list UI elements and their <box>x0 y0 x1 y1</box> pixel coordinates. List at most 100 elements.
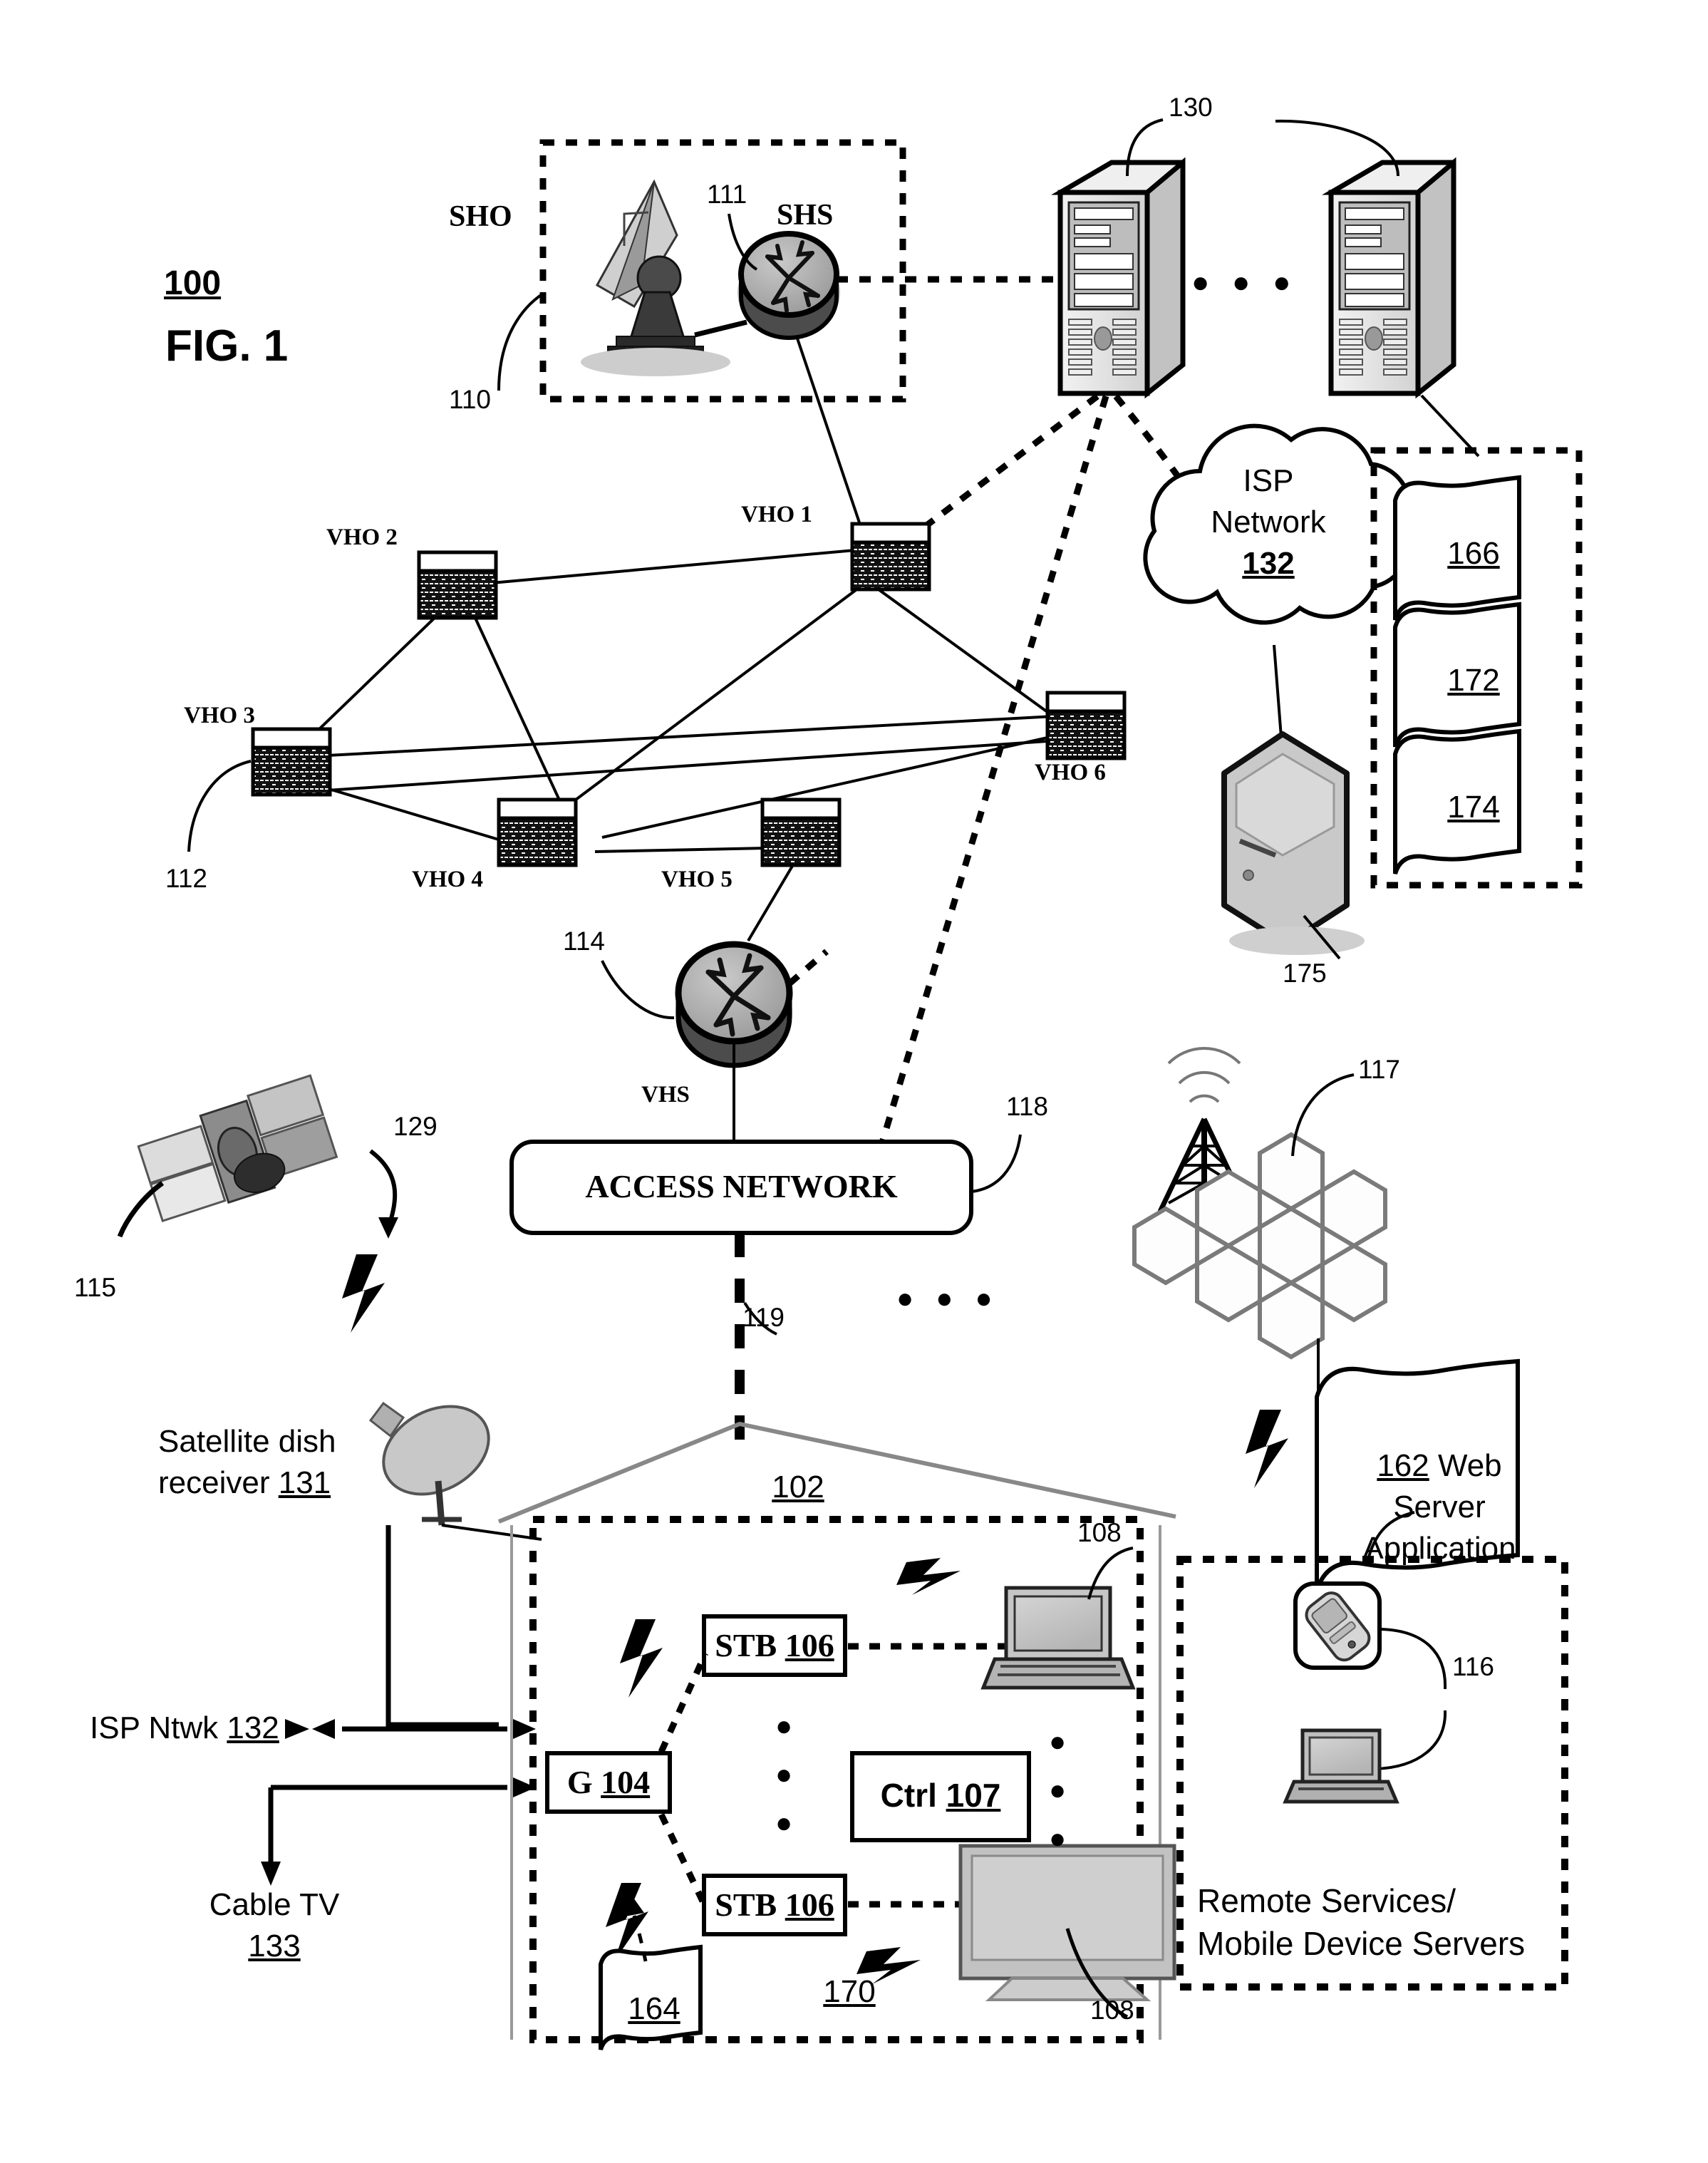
servers-ellipsis: ● ● ● <box>1191 265 1298 299</box>
web-server-line1: 162 Web <box>1332 1448 1546 1484</box>
stb-label-top: STB 106 <box>704 1626 845 1664</box>
vho-label-3: VHO 3 <box>184 703 255 728</box>
hex-cells <box>1132 1132 1387 1360</box>
remote-services-line1: Remote Services/ <box>1197 1882 1456 1919</box>
dish-receiver-word: receiver <box>158 1465 279 1500</box>
access-link-ref: 119 <box>742 1303 785 1332</box>
satellite-dish-receiver-line2: receiver 131 <box>158 1465 331 1501</box>
home-vdot-r2: ● <box>1049 1775 1067 1806</box>
stb-ref-top: 106 <box>785 1627 834 1663</box>
sho-ref: 110 <box>449 385 491 414</box>
satellite-downlink-ref: 129 <box>393 1112 438 1141</box>
vho-label-1: VHO 1 <box>741 502 812 527</box>
stb-ref-bottom: 106 <box>785 1886 834 1923</box>
vho-ref: 112 <box>165 864 207 893</box>
vho-node-5 <box>760 797 842 867</box>
web-server-line3: Application <box>1362 1531 1516 1566</box>
vho-label-5: VHO 5 <box>661 867 733 892</box>
satellite-dish-receiver <box>368 1401 490 1526</box>
vho-node-3 <box>251 727 332 797</box>
gateway-ref: 104 <box>601 1764 651 1800</box>
gateway-label: G 104 <box>547 1763 670 1801</box>
cell-tower <box>1157 1046 1251 1213</box>
doc-ref-174: 174 <box>1447 790 1500 825</box>
home-doc-ref: 164 <box>628 1991 680 2026</box>
vhs-label: VHS <box>641 1082 690 1108</box>
home-network-ref: 170 <box>823 1974 876 2009</box>
ctrl-label: Ctrl 107 <box>852 1776 1029 1814</box>
web-server-line2: Server <box>1393 1490 1486 1524</box>
isp-ntwk-left-label: ISP Ntwk 132 <box>90 1710 279 1746</box>
stb-label-bottom: STB 106 <box>704 1886 845 1924</box>
vho-node-2 <box>417 550 498 620</box>
home-vdot-l1: ● <box>775 1710 793 1742</box>
doc-ref-172: 172 <box>1447 663 1500 698</box>
home-ref: 102 <box>772 1470 824 1504</box>
wireless-bolt-gateway-top <box>620 1619 663 1698</box>
home-tv <box>958 1844 1176 2001</box>
satellite-ref: 115 <box>74 1273 116 1302</box>
satellite-115 <box>117 1074 338 1238</box>
home-laptop <box>980 1586 1136 1690</box>
home-tv-ref: 108 <box>1090 1996 1134 2025</box>
page-title: FIG. 1 <box>165 321 289 371</box>
home-vdot-l2: ● <box>775 1759 793 1790</box>
remote-services-line2: Mobile Device Servers <box>1197 1925 1526 1962</box>
ctrl-ref: 107 <box>946 1777 1001 1814</box>
servers-ref: 130 <box>1169 93 1213 122</box>
home-laptop-ref: 108 <box>1077 1518 1122 1547</box>
access-ellipsis: ● ● ● <box>896 1283 1000 1314</box>
vho-label-6: VHO 6 <box>1035 760 1106 785</box>
wireless-bolt-cell <box>1246 1410 1288 1488</box>
vho-label-4: VHO 4 <box>412 867 483 892</box>
isp-server-ref: 175 <box>1283 959 1327 988</box>
web-server-ref: 162 <box>1377 1448 1429 1483</box>
server-rack-right <box>1322 157 1456 399</box>
sho-label: SHO <box>449 200 512 233</box>
vho-node-4 <box>497 797 578 867</box>
home-vdot-l3: ● <box>775 1807 793 1839</box>
stb-text-bottom: STB <box>715 1886 785 1923</box>
vho-label-2: VHO 2 <box>326 525 398 550</box>
sho-satellite-dish <box>581 179 730 376</box>
wireless-bolt-gateway-bottom <box>606 1883 648 1961</box>
stb-text-top: STB <box>715 1627 785 1663</box>
vhs-switch <box>675 941 793 1068</box>
shs-switch <box>737 231 840 340</box>
doc-ref-166: 166 <box>1447 536 1500 571</box>
satellite-dish-receiver-line1: Satellite dish <box>158 1424 336 1459</box>
isp-cloud-line2: Network <box>1211 505 1326 540</box>
patent-figure-page: 100 FIG. 1 SHO 110 111 SHS 130 ● ● ● VHO… <box>0 0 1708 2163</box>
isp-ntwk-ref: 132 <box>227 1710 279 1745</box>
ctrl-text: Ctrl <box>880 1777 946 1814</box>
gateway-text: G <box>566 1764 601 1800</box>
home-vdots-left: ● ● ● <box>775 1702 792 1847</box>
cell-ref: 117 <box>1358 1055 1400 1084</box>
home-vdot-r3: ● <box>1049 1823 1067 1854</box>
vhs-ref: 114 <box>563 926 605 956</box>
sho-dish-ref: 111 <box>707 180 747 209</box>
left-io-arrows <box>268 1726 507 1867</box>
remote-laptop <box>1283 1728 1399 1804</box>
vho-node-1 <box>850 522 931 592</box>
access-network-label: ACCESS NETWORK <box>585 1168 898 1204</box>
server-rack-left <box>1051 157 1186 399</box>
wireless-bolt-satellite <box>342 1254 385 1333</box>
remote-services-boundary <box>1176 1556 1568 1991</box>
isp-server-175 <box>1221 731 1365 955</box>
access-network-ref: 118 <box>1006 1092 1048 1121</box>
web-server-word: Web <box>1429 1448 1502 1483</box>
mobile-device-icon <box>1293 1581 1382 1670</box>
remote-services-ref: 116 <box>1452 1652 1494 1681</box>
home-vdot-r1: ● <box>1049 1726 1067 1757</box>
isp-cloud-ref: 132 <box>1242 546 1295 581</box>
vho-node-6 <box>1045 691 1127 760</box>
home-vdots-right: ● ● ● <box>1049 1718 1066 1863</box>
isp-cloud-line1: ISP <box>1243 463 1294 498</box>
shs-label: SHS <box>777 199 834 232</box>
wireless-bolt-laptop <box>896 1558 961 1595</box>
dish-receiver-ref: 131 <box>278 1465 331 1500</box>
figure-number: 100 <box>164 264 222 302</box>
isp-ntwk-text: ISP Ntwk <box>90 1710 227 1745</box>
cable-tv-label: Cable TV <box>209 1887 340 1922</box>
